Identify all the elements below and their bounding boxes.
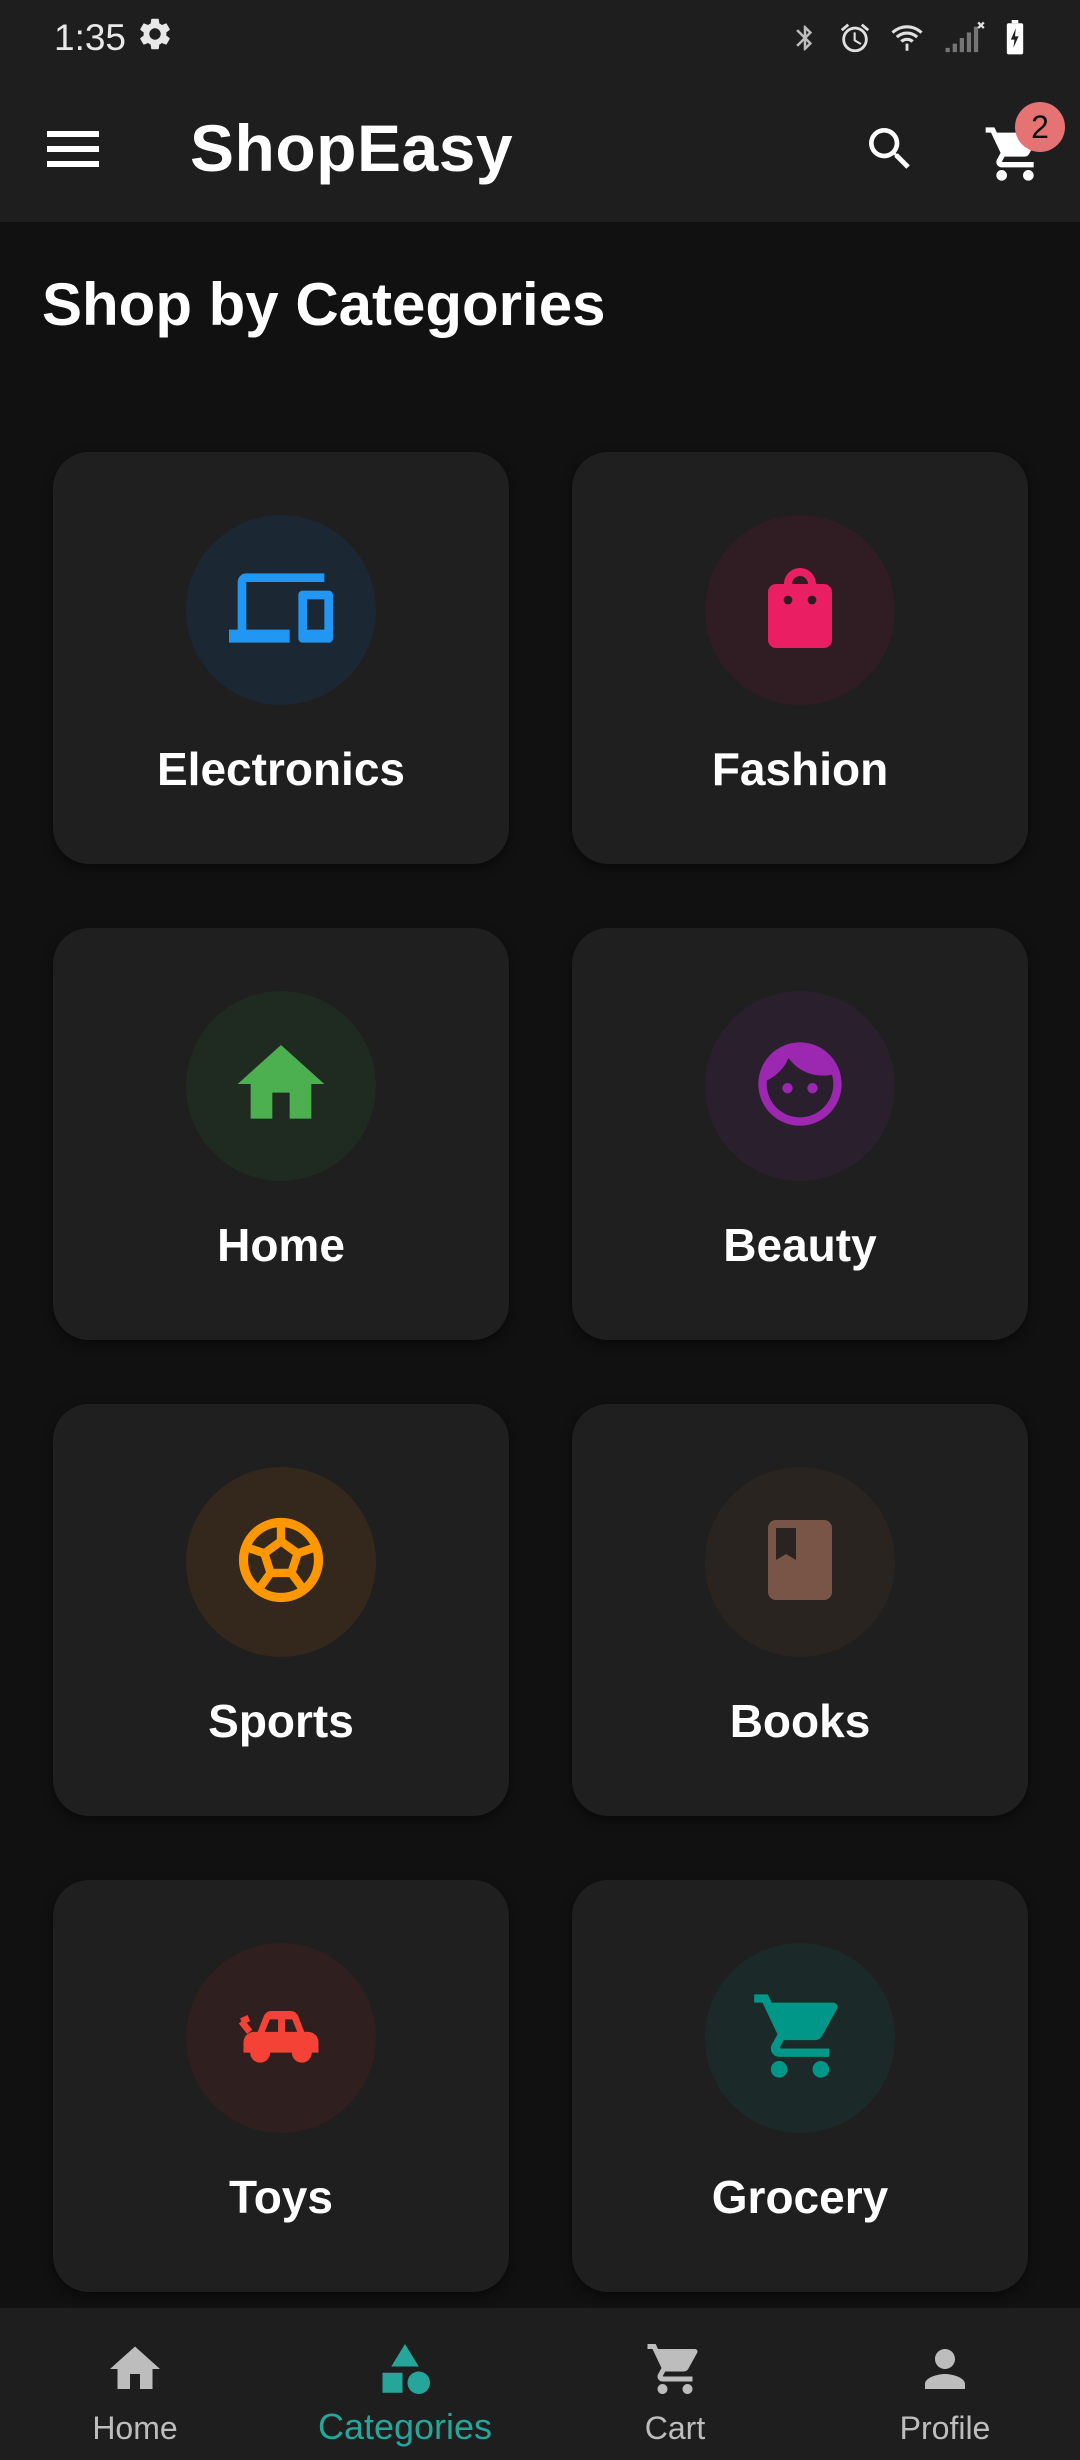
category-label: Books: [729, 1695, 871, 1747]
category-card-fashion[interactable]: Fashion: [572, 452, 1028, 864]
category-card-home[interactable]: Home: [53, 928, 509, 1340]
category-label: Fashion: [711, 743, 889, 795]
status-right: [790, 20, 1026, 56]
nav-label: Categories: [317, 2406, 493, 2447]
category-icon-circle: [705, 515, 895, 705]
bluetooth-icon: [790, 21, 820, 55]
category-label: Home: [217, 1219, 345, 1271]
category-icon-circle: [705, 991, 895, 1181]
cart-count-badge: 2: [1015, 102, 1065, 152]
category-icon-circle: [186, 991, 376, 1181]
category-label: Toys: [229, 2171, 333, 2223]
shopping-bag-icon: [752, 560, 848, 661]
category-card-beauty[interactable]: Beauty: [572, 928, 1028, 1340]
face-icon: [750, 1034, 850, 1139]
cart-icon: [640, 2334, 710, 2404]
category-label: Sports: [208, 1695, 354, 1747]
category-icon-circle: [186, 515, 376, 705]
menu-icon[interactable]: [40, 116, 106, 182]
nav-item-home[interactable]: Home: [0, 2308, 270, 2460]
settings-icon: [136, 15, 174, 62]
book-icon: [752, 1512, 848, 1613]
category-label: Grocery: [711, 2171, 889, 2223]
devices-icon: [229, 556, 333, 665]
category-icon-circle: [705, 1467, 895, 1657]
nav-item-categories[interactable]: Categories: [270, 2308, 540, 2460]
bottom-nav: Home Categories Cart Profile: [0, 2308, 1080, 2460]
status-bar: 1:35: [0, 0, 1080, 76]
battery-icon: [1004, 20, 1026, 56]
shopping-cart-icon: [750, 1986, 850, 2091]
nav-item-profile[interactable]: Profile: [810, 2308, 1080, 2460]
nav-label: Cart: [644, 2410, 706, 2446]
signal-icon: [942, 21, 986, 55]
app-bar: ShopEasy: [0, 76, 1080, 222]
wifi-icon: [890, 21, 924, 55]
page-title: Shop by Categories: [42, 271, 606, 338]
category-card-books[interactable]: Books: [572, 1404, 1028, 1816]
alarm-icon: [838, 21, 872, 55]
nav-item-cart[interactable]: Cart: [540, 2308, 810, 2460]
nav-label: Profile: [899, 2410, 991, 2446]
category-icon-circle: [186, 1943, 376, 2133]
person-icon: [910, 2334, 980, 2404]
home-icon: [229, 1032, 333, 1141]
nav-label: Home: [92, 2410, 178, 2446]
category-card-grocery[interactable]: Grocery: [572, 1880, 1028, 2292]
home-icon: [100, 2334, 170, 2404]
status-time: 1:35: [54, 17, 127, 58]
category-label: Beauty: [723, 1219, 877, 1271]
status-left: 1:35: [54, 15, 174, 62]
category-card-electronics[interactable]: Electronics: [53, 452, 509, 864]
category-icon: [370, 2334, 440, 2404]
toy-car-icon: [231, 1986, 331, 2091]
soccer-ball-icon: [231, 1510, 331, 1615]
search-icon[interactable]: [855, 114, 925, 184]
category-card-toys[interactable]: Toys: [53, 1880, 509, 2292]
app-title: ShopEasy: [190, 111, 514, 185]
category-card-sports[interactable]: Sports: [53, 1404, 509, 1816]
category-icon-circle: [186, 1467, 376, 1657]
category-label: Electronics: [157, 743, 405, 795]
category-icon-circle: [705, 1943, 895, 2133]
